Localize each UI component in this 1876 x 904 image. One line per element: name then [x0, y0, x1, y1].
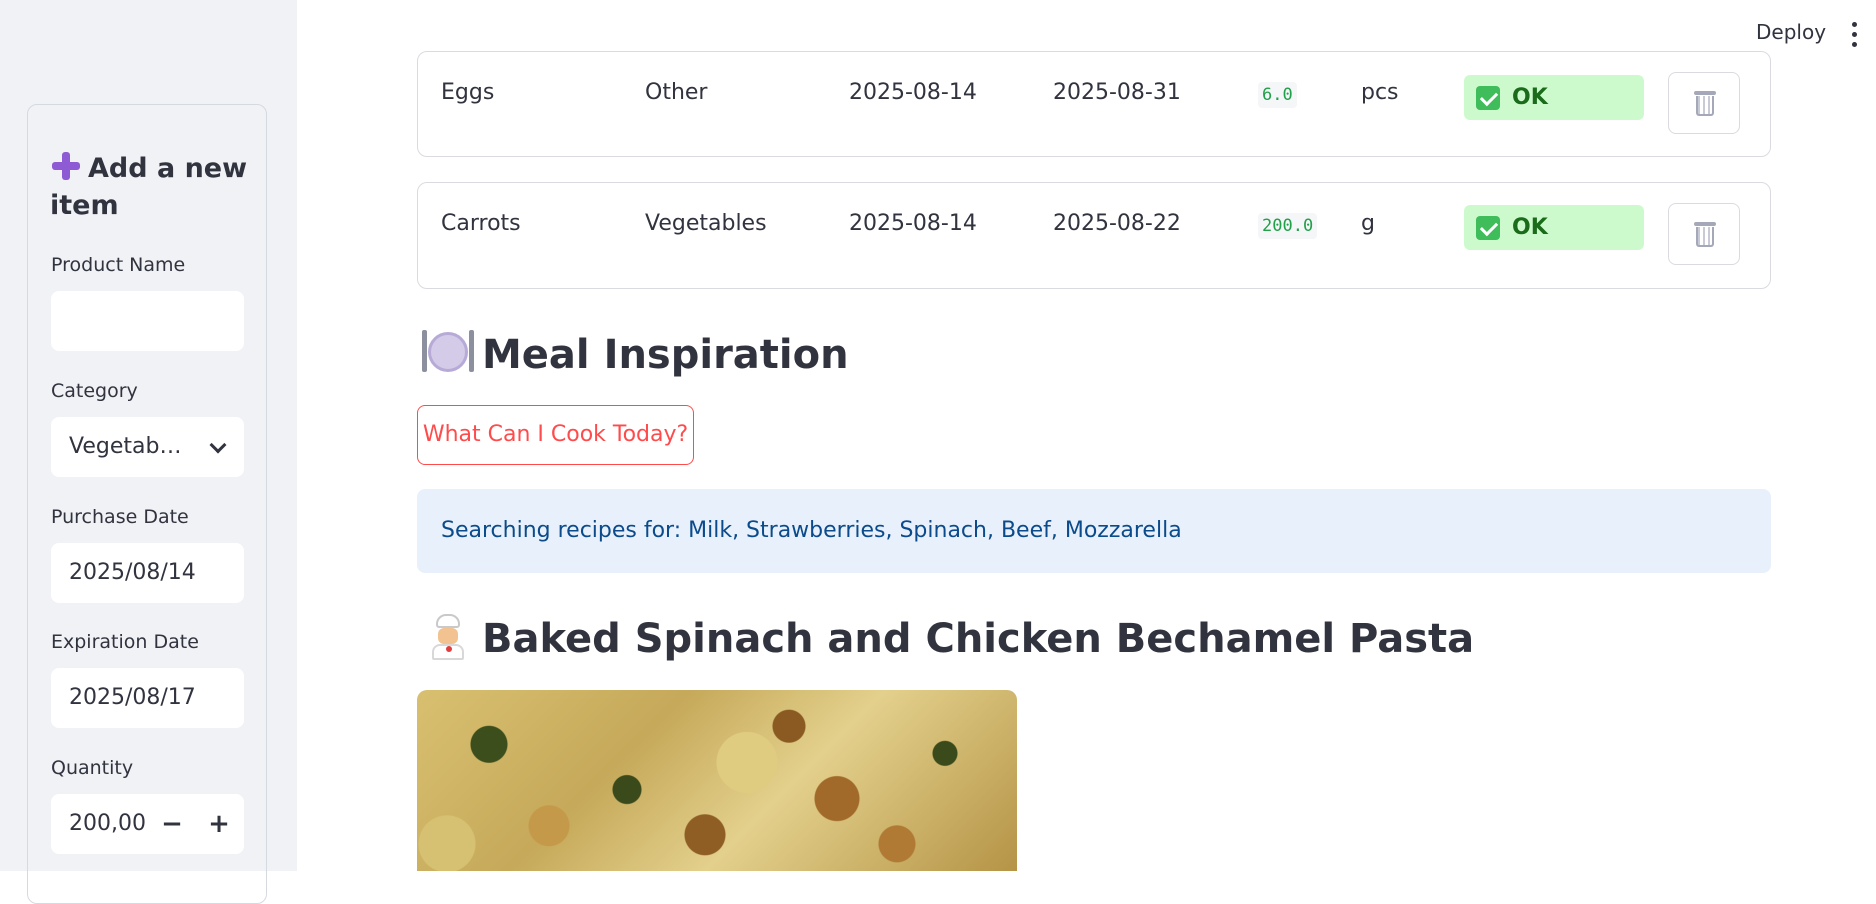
plate-icon	[422, 330, 474, 374]
delete-button[interactable]	[1668, 72, 1740, 134]
recipe-title: Baked Spinach and Chicken Bechamel Pasta	[424, 614, 1474, 662]
recipe-image	[417, 690, 1017, 871]
item-category: Vegetables	[645, 211, 767, 236]
expiration-date-label: Expiration Date	[51, 631, 199, 653]
purchase-date-label: Purchase Date	[51, 506, 189, 528]
check-icon	[1476, 216, 1500, 240]
table-row: Eggs Other 2025-08-14 2025-08-31 6.0 pcs…	[417, 51, 1771, 157]
table-row: Carrots Vegetables 2025-08-14 2025-08-22…	[417, 182, 1771, 289]
plus-icon	[50, 152, 82, 180]
category-select[interactable]: Vegetab…	[51, 417, 244, 477]
item-purchase-date: 2025-08-14	[849, 80, 977, 105]
quantity-stepper: 200,00 − +	[51, 794, 244, 854]
category-value: Vegetab…	[69, 434, 182, 459]
chef-icon	[424, 614, 468, 660]
quantity-input[interactable]: 200,00	[69, 811, 146, 836]
category-label: Category	[51, 380, 138, 402]
trash-icon	[1694, 89, 1716, 117]
delete-button[interactable]	[1668, 203, 1740, 265]
item-name: Carrots	[441, 211, 521, 236]
item-unit: g	[1361, 211, 1375, 236]
item-purchase-date: 2025-08-14	[849, 211, 977, 236]
quantity-label: Quantity	[51, 757, 134, 779]
info-alert: Searching recipes for: Milk, Strawberrie…	[417, 489, 1771, 573]
decrement-button[interactable]: −	[152, 794, 192, 854]
status-badge: OK	[1464, 205, 1644, 250]
item-quantity: 6.0	[1258, 82, 1297, 108]
purchase-date-input[interactable]: 2025/08/14	[51, 543, 244, 603]
item-category: Other	[645, 80, 708, 105]
item-name: Eggs	[441, 80, 495, 105]
item-expiration-date: 2025-08-22	[1053, 211, 1181, 236]
chevron-down-icon	[209, 436, 227, 454]
item-expiration-date: 2025-08-31	[1053, 80, 1181, 105]
status-badge: OK	[1464, 75, 1644, 120]
form-title: Add a new item	[50, 152, 248, 221]
trash-icon	[1694, 220, 1716, 248]
sidebar: Add a new item Product Name Category Veg…	[0, 0, 297, 904]
check-icon	[1476, 86, 1500, 110]
item-unit: pcs	[1361, 80, 1399, 105]
product-name-label: Product Name	[51, 254, 186, 276]
increment-button[interactable]: +	[199, 794, 239, 854]
cook-today-button[interactable]: What Can I Cook Today?	[417, 405, 694, 465]
deploy-button[interactable]: Deploy	[1756, 20, 1826, 44]
meal-heading: Meal Inspiration	[422, 330, 849, 378]
expiration-date-input[interactable]: 2025/08/17	[51, 668, 244, 728]
more-options-icon[interactable]	[1852, 22, 1858, 48]
product-name-input[interactable]	[51, 291, 244, 351]
add-item-form	[27, 104, 267, 904]
item-quantity: 200.0	[1258, 213, 1318, 239]
